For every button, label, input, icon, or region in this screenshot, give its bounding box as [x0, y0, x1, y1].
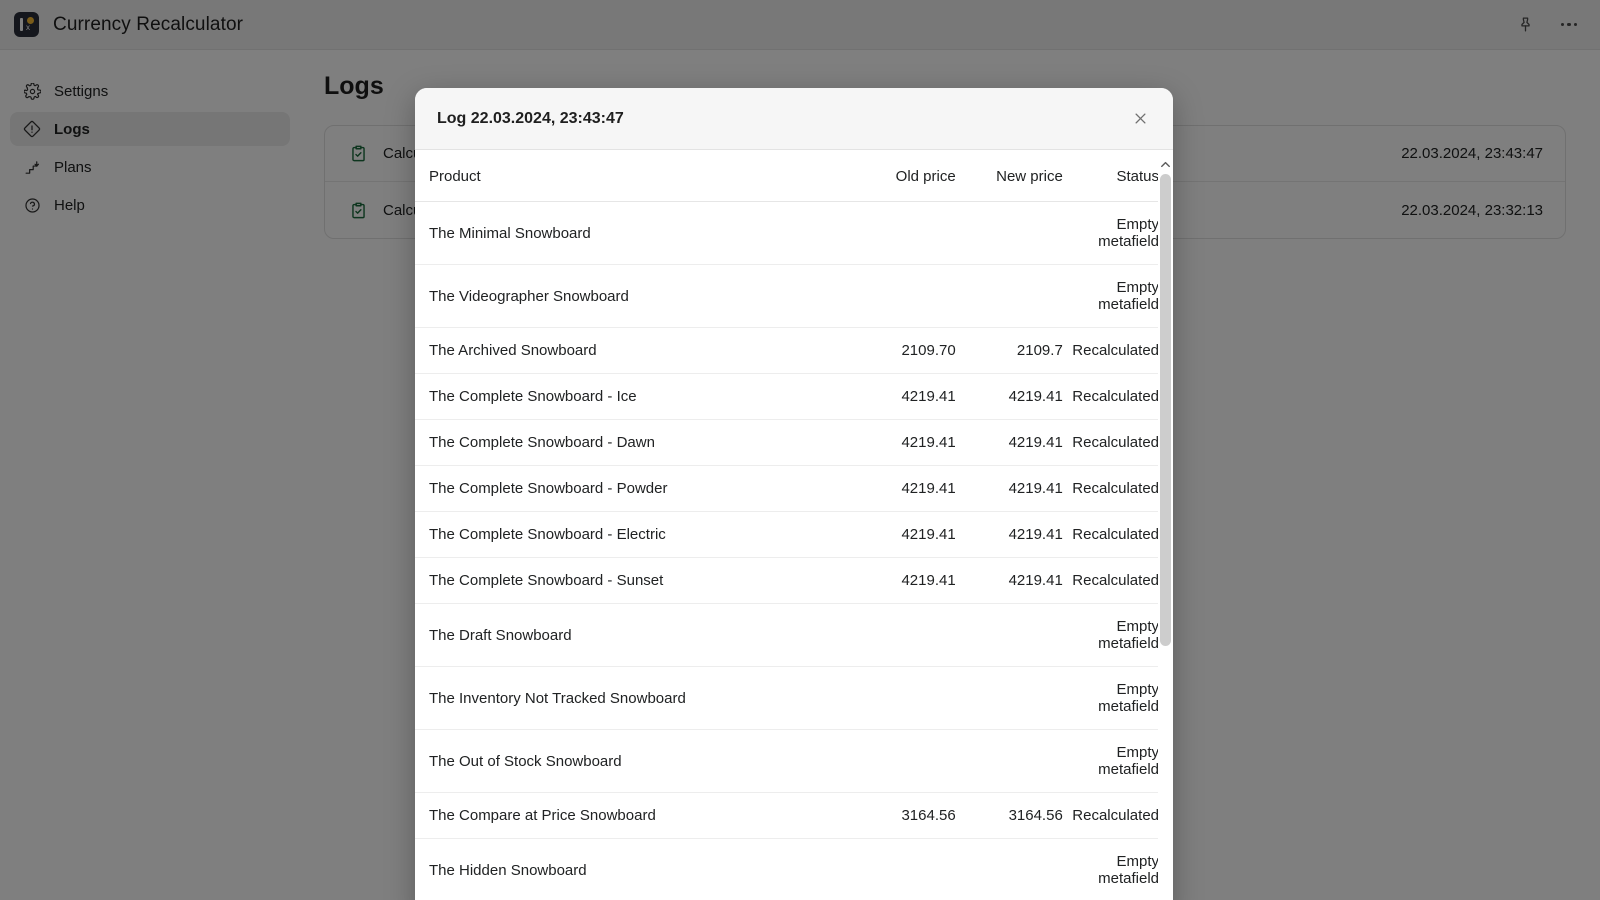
cell-status: Recalculated — [1062, 373, 1173, 420]
chevron-up-icon[interactable] — [1158, 156, 1173, 172]
cell-status: Empty metafield — [1062, 603, 1173, 667]
cell-status: Empty metafield — [1062, 264, 1173, 328]
cell-product: The Draft Snowboard — [415, 603, 844, 667]
cell-old-price: 3164.56 — [843, 792, 956, 839]
cell-old-price: 4219.41 — [843, 557, 956, 604]
table-row: The Complete Snowboard - Powder 4219.41 … — [415, 465, 1173, 512]
cell-product: The Complete Snowboard - Dawn — [415, 419, 844, 466]
cell-status: Recalculated — [1062, 511, 1173, 558]
cell-new-price — [955, 264, 1063, 328]
table-header-row: Product Old price New price Status — [415, 150, 1173, 202]
cell-status: Empty metafield — [1062, 666, 1173, 730]
cell-old-price: 4219.41 — [843, 465, 956, 512]
cell-old-price: 4219.41 — [843, 419, 956, 466]
cell-new-price: 4219.41 — [955, 419, 1063, 466]
table-body: The Minimal Snowboard Empty metafield Th… — [415, 201, 1173, 900]
table-row: The Complete Snowboard - Electric 4219.4… — [415, 511, 1173, 558]
modal-scrollbar[interactable] — [1158, 156, 1173, 900]
cell-old-price: 4219.41 — [843, 511, 956, 558]
cell-product: The Archived Snowboard — [415, 327, 844, 374]
cell-new-price: 3164.56 — [955, 792, 1063, 839]
cell-new-price: 4219.41 — [955, 511, 1063, 558]
cell-new-price — [955, 666, 1063, 730]
modal-body: Product Old price New price Status The M… — [415, 150, 1173, 900]
cell-product: The Out of Stock Snowboard — [415, 729, 844, 793]
cell-product: The Complete Snowboard - Sunset — [415, 557, 844, 604]
cell-new-price — [955, 729, 1063, 793]
cell-old-price — [843, 838, 956, 900]
scrollbar-thumb[interactable] — [1160, 174, 1171, 646]
table-row: The Inventory Not Tracked Snowboard Empt… — [415, 666, 1173, 730]
cell-product: The Videographer Snowboard — [415, 264, 844, 328]
cell-new-price — [955, 603, 1063, 667]
cell-old-price: 4219.41 — [843, 373, 956, 420]
cell-status: Empty metafield — [1062, 201, 1173, 265]
modal-header: Log 22.03.2024, 23:43:47 — [415, 88, 1173, 150]
cell-product: The Inventory Not Tracked Snowboard — [415, 666, 844, 730]
table-row: The Complete Snowboard - Sunset 4219.41 … — [415, 557, 1173, 604]
log-detail-table: Product Old price New price Status The M… — [415, 150, 1173, 900]
cell-new-price: 2109.7 — [955, 327, 1063, 374]
cell-status: Recalculated — [1062, 465, 1173, 512]
cell-old-price: 2109.70 — [843, 327, 956, 374]
cell-product: The Hidden Snowboard — [415, 838, 844, 900]
table-row: The Complete Snowboard - Ice 4219.41 421… — [415, 373, 1173, 420]
cell-status: Recalculated — [1062, 327, 1173, 374]
log-detail-modal: Log 22.03.2024, 23:43:47 Product Old pri… — [415, 88, 1173, 900]
cell-old-price — [843, 729, 956, 793]
cell-new-price: 4219.41 — [955, 557, 1063, 604]
close-icon[interactable] — [1125, 104, 1155, 134]
table-row: The Archived Snowboard 2109.70 2109.7 Re… — [415, 327, 1173, 374]
table-row: The Hidden Snowboard Empty metafield — [415, 838, 1173, 900]
table-row: The Minimal Snowboard Empty metafield — [415, 201, 1173, 265]
table-row: The Videographer Snowboard Empty metafie… — [415, 264, 1173, 328]
cell-status: Recalculated — [1062, 557, 1173, 604]
cell-product: The Complete Snowboard - Powder — [415, 465, 844, 512]
app-root: x Currency Recalculator — [0, 0, 1600, 900]
table-row: The Out of Stock Snowboard Empty metafie… — [415, 729, 1173, 793]
cell-new-price — [955, 838, 1063, 900]
cell-old-price — [843, 603, 956, 667]
cell-status: Recalculated — [1062, 792, 1173, 839]
cell-old-price — [843, 666, 956, 730]
cell-new-price: 4219.41 — [955, 373, 1063, 420]
cell-status: Empty metafield — [1062, 838, 1173, 900]
table-row: The Complete Snowboard - Dawn 4219.41 42… — [415, 419, 1173, 466]
table-row: The Draft Snowboard Empty metafield — [415, 603, 1173, 667]
column-header-new-price: New price — [955, 150, 1063, 202]
column-header-old-price: Old price — [843, 150, 956, 202]
cell-old-price — [843, 264, 956, 328]
cell-old-price — [843, 201, 956, 265]
cell-status: Recalculated — [1062, 419, 1173, 466]
column-header-product: Product — [415, 150, 844, 202]
cell-product: The Complete Snowboard - Electric — [415, 511, 844, 558]
cell-product: The Compare at Price Snowboard — [415, 792, 844, 839]
cell-new-price — [955, 201, 1063, 265]
cell-status: Empty metafield — [1062, 729, 1173, 793]
column-header-status: Status — [1062, 150, 1173, 202]
table-row: The Compare at Price Snowboard 3164.56 3… — [415, 792, 1173, 839]
cell-new-price: 4219.41 — [955, 465, 1063, 512]
cell-product: The Minimal Snowboard — [415, 201, 844, 265]
cell-product: The Complete Snowboard - Ice — [415, 373, 844, 420]
table-header: Product Old price New price Status — [415, 150, 1173, 202]
modal-title: Log 22.03.2024, 23:43:47 — [437, 109, 624, 127]
